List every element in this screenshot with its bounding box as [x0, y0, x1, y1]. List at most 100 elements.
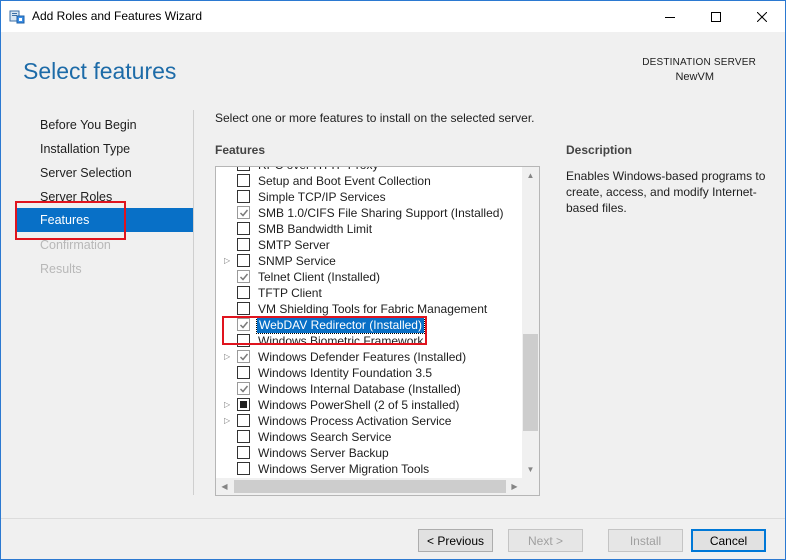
- feature-checkbox[interactable]: [237, 254, 250, 267]
- feature-row[interactable]: Windows Server Backup: [216, 445, 523, 461]
- feature-label: TFTP Client: [258, 286, 322, 300]
- description-header: Description: [566, 143, 633, 157]
- feature-label: Windows Biometric Framework: [258, 334, 424, 348]
- feature-checkbox[interactable]: [237, 430, 250, 443]
- minimize-button[interactable]: [647, 1, 693, 32]
- feature-row[interactable]: TFTP Client: [216, 285, 523, 301]
- feature-label: Windows Process Activation Service: [258, 414, 452, 428]
- checkmark-icon: [239, 385, 249, 393]
- feature-label: SNMP Service: [258, 254, 336, 268]
- wizard-content: Before You Begin Installation Type Serve…: [1, 102, 785, 518]
- feature-row[interactable]: Telnet Client (Installed): [216, 269, 523, 285]
- close-icon: [757, 11, 767, 22]
- feature-row[interactable]: WebDAV Redirector (Installed): [216, 316, 523, 334]
- feature-checkbox[interactable]: [237, 398, 250, 411]
- feature-checkbox[interactable]: [237, 167, 250, 171]
- nav-item-results: Results: [40, 262, 82, 276]
- expand-arrow-icon[interactable]: ▷: [224, 400, 232, 410]
- horizontal-scrollbar[interactable]: ◀ ▶: [216, 478, 523, 495]
- nav-divider: [193, 110, 194, 495]
- horizontal-scroll-thumb[interactable]: [234, 480, 506, 493]
- feature-checkbox[interactable]: [237, 174, 250, 187]
- feature-checkbox[interactable]: [237, 222, 250, 235]
- nav-item-server-selection[interactable]: Server Selection: [15, 161, 193, 185]
- title-bar[interactable]: Add Roles and Features Wizard: [1, 1, 785, 32]
- expand-arrow-icon[interactable]: ▷: [224, 256, 232, 266]
- feature-row[interactable]: ▷ SNMP Service: [216, 253, 523, 269]
- feature-row[interactable]: Windows Search Service: [216, 429, 523, 445]
- feature-row[interactable]: VM Shielding Tools for Fabric Management: [216, 301, 523, 317]
- wizard-window: Add Roles and Features Wizard Select fea…: [0, 0, 786, 560]
- feature-checkbox[interactable]: [237, 414, 250, 427]
- instruction-text: Select one or more features to install o…: [215, 111, 535, 125]
- nav-item-installation-type[interactable]: Installation Type: [15, 137, 193, 161]
- feature-checkbox[interactable]: [237, 302, 250, 315]
- wizard-footer: < Previous Next > Install Cancel: [1, 518, 785, 559]
- nav-item-before-you-begin[interactable]: Before You Begin: [15, 113, 193, 137]
- feature-label: Windows Identity Foundation 3.5: [258, 366, 433, 380]
- previous-button[interactable]: < Previous: [418, 529, 493, 552]
- maximize-icon: [711, 11, 721, 22]
- page-title: Select features: [23, 58, 177, 84]
- feature-checkbox[interactable]: [237, 190, 250, 203]
- nav-item-features[interactable]: Features: [15, 208, 193, 232]
- feature-checkbox[interactable]: [237, 446, 250, 459]
- nav-item-confirmation: Confirmation: [40, 238, 111, 252]
- feature-checkbox[interactable]: [237, 238, 250, 251]
- scroll-right-icon[interactable]: ▶: [506, 478, 523, 495]
- feature-checkbox[interactable]: [237, 366, 250, 379]
- scroll-down-icon[interactable]: ▼: [522, 461, 539, 478]
- feature-row[interactable]: ▷ Windows Process Activation Service: [216, 413, 523, 429]
- feature-label: Windows Server Backup: [258, 446, 389, 460]
- window-title: Add Roles and Features Wizard: [32, 9, 203, 23]
- feature-row[interactable]: Setup and Boot Event Collection: [216, 173, 523, 189]
- feature-label: Telnet Client (Installed): [258, 270, 381, 284]
- expand-arrow-icon[interactable]: ▷: [224, 416, 232, 426]
- vertical-scrollbar[interactable]: ▲ ▼: [522, 167, 539, 478]
- scrollbar-corner: [522, 478, 539, 495]
- destination-server-value: NewVM: [675, 71, 714, 83]
- feature-row[interactable]: Simple TCP/IP Services: [216, 189, 523, 205]
- feature-label: Setup and Boot Event Collection: [258, 174, 431, 188]
- feature-checkbox[interactable]: [237, 286, 250, 299]
- maximize-button[interactable]: [693, 1, 739, 32]
- feature-label: Windows Internal Database (Installed): [258, 382, 461, 396]
- feature-label: Windows PowerShell (2 of 5 installed): [258, 398, 460, 412]
- feature-row[interactable]: Windows Identity Foundation 3.5: [216, 365, 523, 381]
- feature-checkbox: [237, 382, 250, 395]
- checkmark-icon: [239, 273, 249, 281]
- feature-checkbox[interactable]: [237, 462, 250, 475]
- feature-label: SMB 1.0/CIFS File Sharing Support (Insta…: [258, 206, 504, 220]
- feature-label: WebDAV Redirector (Installed): [256, 316, 425, 334]
- feature-row[interactable]: SMTP Server: [216, 237, 523, 253]
- vertical-scroll-thumb[interactable]: [523, 334, 538, 431]
- feature-row[interactable]: Windows Biometric Framework: [216, 333, 523, 349]
- feature-checkbox: [237, 206, 250, 219]
- nav-item-server-roles[interactable]: Server Roles: [15, 185, 193, 209]
- feature-row[interactable]: ▷ Windows PowerShell (2 of 5 installed): [216, 397, 523, 413]
- feature-checkbox: [237, 318, 250, 331]
- feature-checkbox[interactable]: [237, 334, 250, 347]
- destination-server-label: DESTINATION SERVER: [642, 57, 756, 68]
- scroll-left-icon[interactable]: ◀: [216, 478, 233, 495]
- feature-row[interactable]: Windows Server Migration Tools: [216, 461, 523, 477]
- server-manager-icon: [9, 9, 25, 24]
- install-button: Install: [608, 529, 683, 552]
- expand-arrow-icon[interactable]: ▷: [224, 352, 232, 362]
- features-tree[interactable]: RPC over HTTP ProxySetup and Boot Event …: [215, 166, 540, 496]
- scroll-up-icon[interactable]: ▲: [522, 167, 539, 184]
- checkmark-icon: [239, 321, 249, 329]
- checkmark-icon: [239, 353, 249, 361]
- feature-row[interactable]: Windows Internal Database (Installed): [216, 381, 523, 397]
- close-button[interactable]: [739, 1, 785, 32]
- feature-row[interactable]: ▷ Windows Defender Features (Installed): [216, 349, 523, 365]
- features-list: RPC over HTTP ProxySetup and Boot Event …: [216, 167, 523, 478]
- next-button: Next >: [508, 529, 583, 552]
- feature-row[interactable]: SMB 1.0/CIFS File Sharing Support (Insta…: [216, 205, 523, 221]
- feature-row[interactable]: SMB Bandwidth Limit: [216, 221, 523, 237]
- feature-label: Windows Defender Features (Installed): [258, 350, 467, 364]
- features-header: Features: [215, 143, 266, 157]
- cancel-button[interactable]: Cancel: [691, 529, 766, 552]
- feature-label: Windows Search Service: [258, 430, 392, 444]
- wizard-header: Select features DESTINATION SERVER NewVM: [1, 32, 785, 102]
